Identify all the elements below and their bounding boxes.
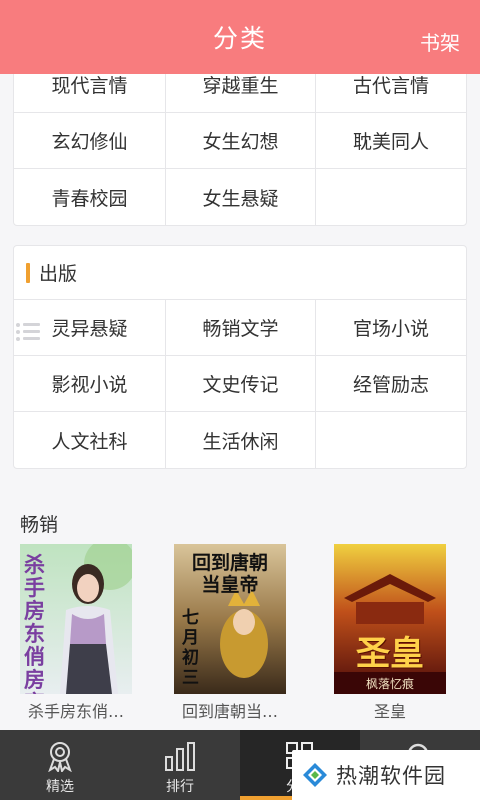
book-cover[interactable]: 圣皇 枫落忆痕 (334, 544, 446, 694)
category-item[interactable]: 生活休闲 (166, 412, 316, 468)
section-header-publish: 出版 (14, 246, 466, 300)
category-item[interactable]: 女生悬疑 (166, 169, 316, 225)
tab-label: 排行 (166, 779, 194, 795)
section-accent-bar (26, 262, 30, 283)
category-item[interactable]: 官场小说 (316, 300, 466, 356)
book-cover[interactable]: 杀手房东俏房客 (20, 544, 132, 694)
book-item[interactable]: 杀手房东俏房客 杀手房东俏… (20, 544, 132, 722)
tab-featured[interactable]: 精选 (0, 730, 120, 800)
publish-category-card: 出版 灵异悬疑 畅销文学 官场小说 影视小说 文史传记 经管励志 人文社科 生活… (13, 245, 467, 469)
book-cover-title: 杀手房东俏房客 (24, 553, 45, 695)
bestseller-section-title: 畅销 (20, 514, 59, 536)
bookshelf-button[interactable]: 书架 (420, 27, 460, 56)
book-title: 圣皇 (373, 702, 406, 721)
book-cover-author: 枫落忆痕 (365, 677, 414, 691)
category-item[interactable]: 现代言情 (14, 74, 166, 113)
book-cover[interactable]: 回到唐朝 当皇帝 七月初三 (174, 544, 286, 694)
category-item[interactable]: 穿越重生 (166, 74, 316, 113)
book-item[interactable]: 回到唐朝 当皇帝 七月初三 回到唐朝当… (174, 544, 286, 722)
category-item[interactable]: 经管励志 (316, 356, 466, 412)
watermark: 热潮软件园 (292, 750, 480, 800)
girls-category-card: 现代言情 穿越重生 古代言情 玄幻修仙 女生幻想 耽美同人 青春校园 女生悬疑 (13, 74, 467, 226)
book-cover-author: 七月初三 (182, 608, 199, 688)
book-title: 回到唐朝当… (181, 702, 278, 721)
category-item[interactable]: 影视小说 (14, 356, 166, 412)
book-item[interactable]: 圣皇 枫落忆痕 圣皇 (334, 544, 446, 722)
category-content[interactable]: 现代言情 穿越重生 古代言情 玄幻修仙 女生幻想 耽美同人 青春校园 女生悬疑 … (0, 74, 480, 730)
girls-category-grid: 现代言情 穿越重生 古代言情 玄幻修仙 女生幻想 耽美同人 青春校园 女生悬疑 (14, 74, 466, 225)
watermark-logo-icon (303, 763, 327, 787)
award-icon (45, 740, 75, 772)
book-title: 杀手房东俏… (27, 702, 124, 721)
bar-chart-icon (164, 740, 196, 772)
category-item-empty (316, 169, 466, 225)
category-item[interactable]: 女生幻想 (166, 113, 316, 169)
top-bar: 分类 书架 (0, 0, 480, 74)
tab-label: 精选 (46, 779, 74, 795)
category-item[interactable]: 青春校园 (14, 169, 166, 225)
section-title: 出版 (39, 263, 78, 285)
publish-category-grid: 灵异悬疑 畅销文学 官场小说 影视小说 文史传记 经管励志 人文社科 生活休闲 (14, 300, 466, 468)
floating-menu-icon[interactable] (16, 321, 42, 343)
category-item[interactable]: 耽美同人 (316, 113, 466, 169)
tab-ranking[interactable]: 排行 (120, 730, 240, 800)
category-item[interactable]: 古代言情 (316, 74, 466, 113)
category-item-empty (316, 412, 466, 468)
book-cover-title: 圣皇 (356, 634, 424, 674)
category-item[interactable]: 人文社科 (14, 412, 166, 468)
category-item[interactable]: 文史传记 (166, 356, 316, 412)
book-cover-title: 回到唐朝 当皇帝 (191, 552, 268, 596)
watermark-text: 热潮软件园 (336, 764, 446, 788)
category-item[interactable]: 畅销文学 (166, 300, 316, 356)
page-title: 分类 (212, 24, 267, 53)
category-item[interactable]: 玄幻修仙 (14, 113, 166, 169)
